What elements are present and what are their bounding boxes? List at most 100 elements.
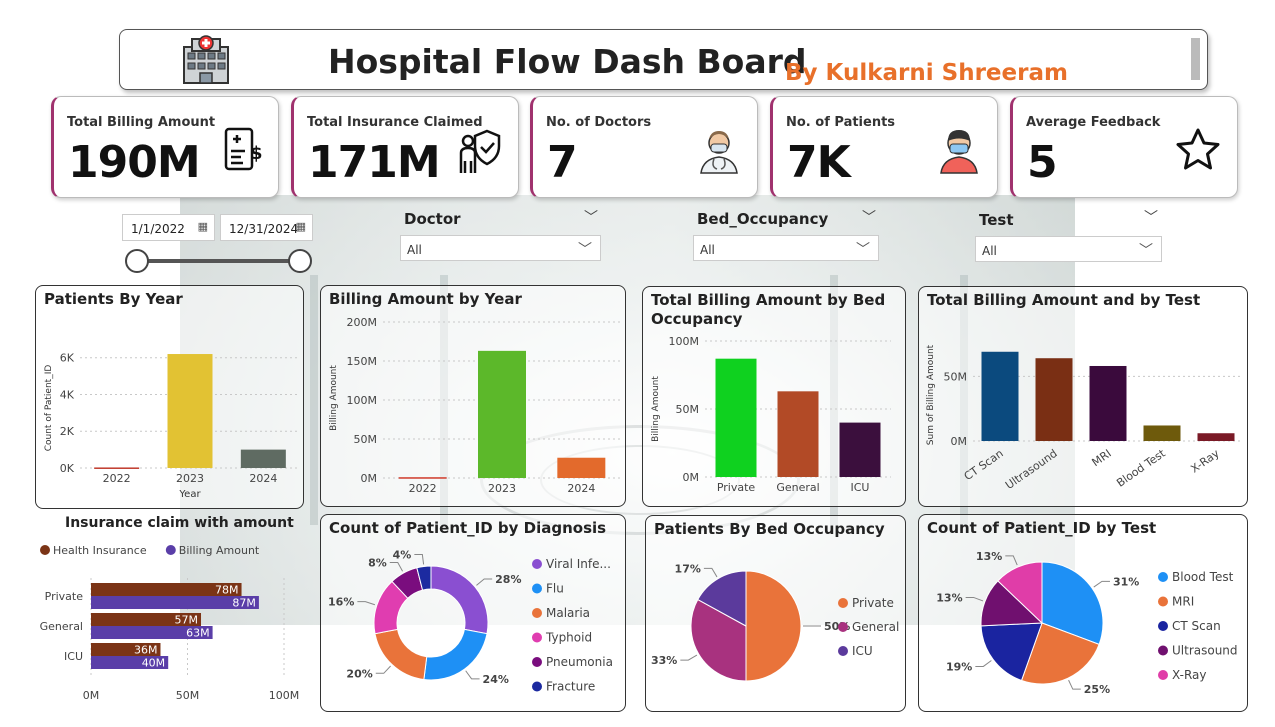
kpi-value: 7 <box>547 137 578 188</box>
x-tick-label: 100M <box>269 689 300 702</box>
data-label: 87M <box>232 597 256 610</box>
y-tick-label: Private <box>45 590 84 603</box>
x-tick-label: Private <box>717 481 756 494</box>
leader-line <box>703 567 718 578</box>
percent-label: 19% <box>946 660 972 673</box>
patients-by-year-card[interactable]: Patients By Year 0K 2K 4K 6K 2022 2023 2024 Cou… <box>35 285 304 509</box>
percent-label: 33% <box>651 654 677 667</box>
doctor-icon <box>700 131 738 174</box>
percent-label: 25% <box>1084 683 1110 696</box>
date-slider-end-handle[interactable] <box>288 249 312 273</box>
legend-label: MRI <box>1172 595 1194 609</box>
bar <box>167 354 213 468</box>
doctor-dropdown[interactable]: All ﹀ <box>400 235 601 261</box>
y-tick-label: 6K <box>60 352 75 365</box>
bar <box>1197 433 1235 441</box>
bed-occupancy-dropdown[interactable]: All ﹀ <box>693 235 879 261</box>
title-bar: Hospital Flow Dash Board By Kulkarni Shr… <box>119 29 1208 90</box>
legend-marker <box>40 545 50 555</box>
x-tick-label: 2023 <box>488 482 516 495</box>
chevron-down-icon[interactable]: ﹀ <box>584 207 598 227</box>
x-tick-label: 0M <box>83 689 100 702</box>
bar <box>94 467 140 469</box>
y-axis-label: Billing Amount <box>651 376 661 442</box>
leader-line <box>680 654 698 661</box>
leader-line <box>389 562 404 572</box>
bar <box>240 449 286 468</box>
x-axis-label: Year <box>178 489 201 500</box>
leader-line <box>357 601 376 606</box>
y-tick-label: 100M <box>669 335 700 348</box>
x-tick-label: CT Scan <box>962 447 1006 483</box>
x-tick-label: 50M <box>176 689 200 702</box>
y-tick-label: 50M <box>944 370 968 383</box>
chevron-down-icon[interactable]: ﹀ <box>578 239 592 259</box>
bed-occupancy-pie-card[interactable]: Patients By Bed Occupancy 50% 33% 17% Priva… <box>645 515 906 712</box>
legend-marker <box>838 646 848 656</box>
x-tick-label: 2022 <box>409 482 437 495</box>
bar <box>1035 358 1073 441</box>
y-tick-label: 50M <box>354 433 378 446</box>
percent-label: 24% <box>483 673 509 686</box>
y-tick-label: 0M <box>361 472 378 485</box>
percent-label: 31% <box>1113 575 1139 588</box>
data-label: 63M <box>186 627 210 640</box>
chevron-down-icon[interactable]: ﹀ <box>856 239 870 259</box>
y-tick-label: ICU <box>64 650 83 663</box>
invoice-dollar-icon: $ <box>224 127 262 171</box>
test-dropdown-value: All <box>982 244 997 258</box>
chevron-down-icon[interactable]: ﹀ <box>1144 207 1158 227</box>
legend-label: Blood Test <box>1172 570 1234 584</box>
billing-by-bed-card[interactable]: Total Billing Amount by Bed Occupancy 0M… <box>642 286 906 507</box>
x-tick-label: X-Ray <box>1188 447 1222 476</box>
title-scrollbar[interactable] <box>1191 38 1200 80</box>
pie-slice <box>423 628 488 681</box>
diagnosis-card[interactable]: Count of Patient_ID by Diagnosis 28% 24% 2… <box>320 514 626 712</box>
x-tick-label: MRI <box>1090 447 1114 469</box>
x-tick-label: 2024 <box>249 472 277 485</box>
test-dropdown[interactable]: All ﹀ <box>975 236 1162 262</box>
date-range-slider-track[interactable] <box>137 259 300 263</box>
billing-by-year-card[interactable]: Billing Amount by Year 0M 50M 100M 150M 200M… <box>320 285 626 507</box>
kpi-patients: No. of Patients 7K <box>770 96 998 198</box>
chevron-down-icon[interactable]: ﹀ <box>862 207 876 227</box>
bar <box>981 351 1019 441</box>
legend-label: Pneumonia <box>546 655 613 669</box>
chevron-down-icon[interactable]: ﹀ <box>1139 240 1153 260</box>
legend-marker <box>1158 572 1168 582</box>
x-tick-label: ICU <box>851 481 870 494</box>
bed-occupancy-dropdown-value: All <box>700 243 715 257</box>
legend-marker <box>165 545 176 555</box>
legend-marker <box>532 583 542 594</box>
kpi-total-billing: Total Billing Amount 190M $ <box>51 96 279 198</box>
start-date-field[interactable]: 1/1/2022 ▦ <box>122 214 215 241</box>
insurance-shield-icon <box>459 129 501 173</box>
legend-label: Billing Amount <box>179 544 260 557</box>
leader-line <box>1005 555 1018 566</box>
legend-marker <box>532 608 542 618</box>
date-slider-start-handle[interactable] <box>125 249 149 273</box>
legend-marker <box>532 632 542 643</box>
test-pie-card[interactable]: Count of Patient_ID by Test 31% 25% 19% 13%… <box>918 514 1248 712</box>
hospital-building-icon <box>183 35 229 84</box>
legend-label: ICU <box>852 644 873 658</box>
calendar-icon[interactable]: ▦ <box>198 220 208 233</box>
bed-occupancy-pie-chart: 50%33%17%PrivateGeneralICU <box>651 562 899 682</box>
x-tick-label: 2024 <box>567 482 595 495</box>
y-tick-label: 200M <box>347 316 378 329</box>
legend-label: Private <box>852 596 894 610</box>
y-tick-label: 2K <box>60 425 75 438</box>
legend-label: CT Scan <box>1172 619 1221 633</box>
calendar-icon[interactable]: ▦ <box>296 220 306 233</box>
data-label: 40M <box>142 657 166 670</box>
y-tick-label: 0M <box>683 471 700 484</box>
insurance-claim-card[interactable]: Insurance claim with amount Health Insur… <box>36 513 308 718</box>
legend-marker <box>532 681 542 692</box>
y-axis-label: Count of Patient_ID <box>44 365 54 452</box>
y-axis-label: Billing Amount <box>329 365 339 431</box>
legend-label: Malaria <box>546 606 590 620</box>
end-date-field[interactable]: 12/31/2024 ▦ <box>220 214 313 241</box>
kpi-label: Total Billing Amount <box>67 115 216 130</box>
billing-by-test-card[interactable]: Total Billing Amount and by Test 0M 50M CT… <box>918 286 1248 507</box>
leader-line <box>1068 679 1081 690</box>
